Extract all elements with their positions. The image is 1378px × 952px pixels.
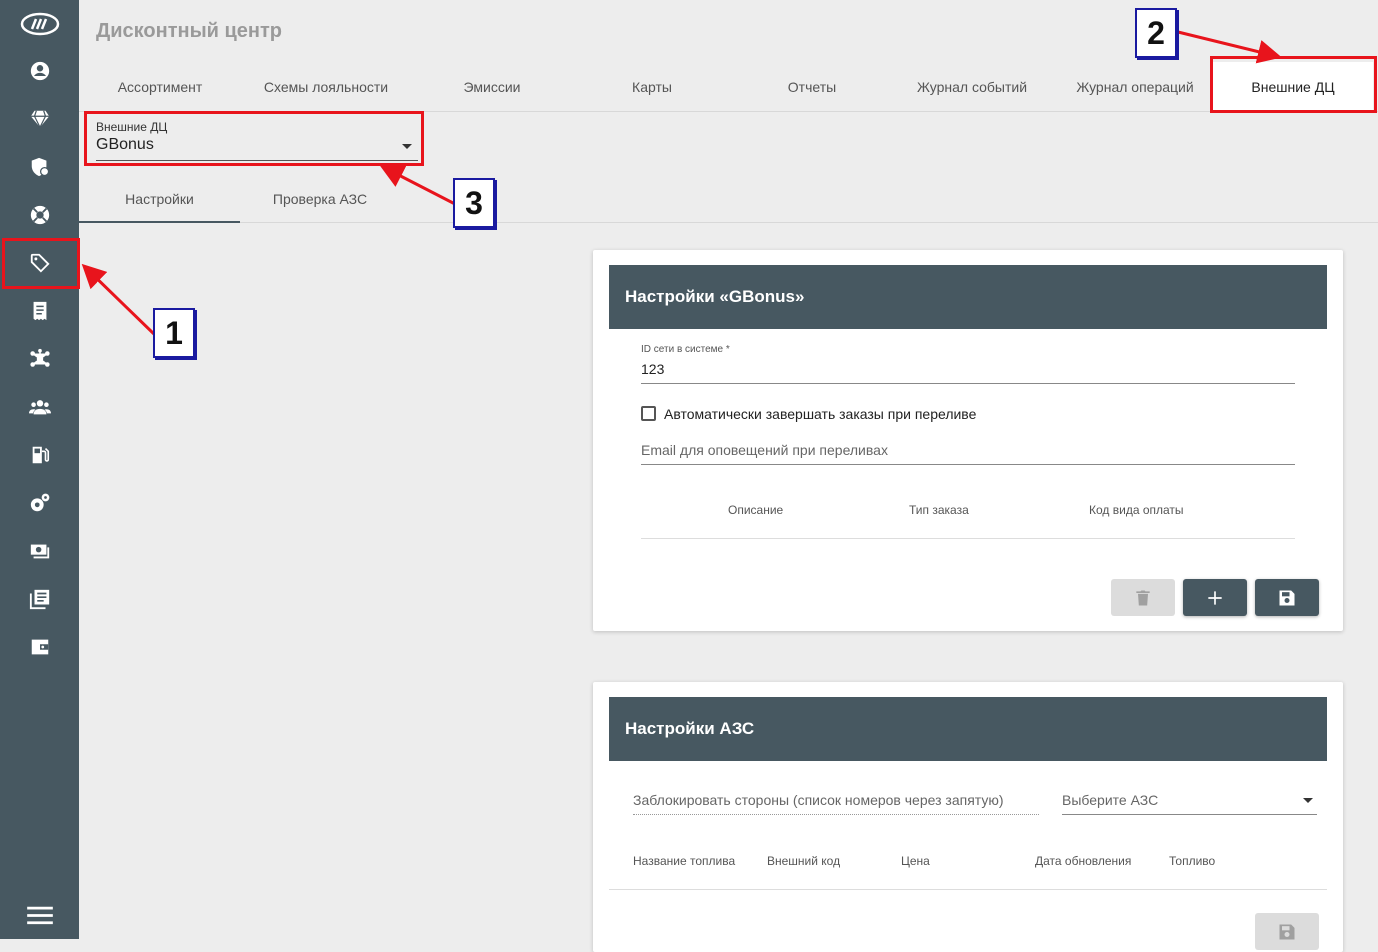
annotation-badge-1: 1	[153, 308, 195, 358]
auto-complete-label: Автоматически завершать заказы при перел…	[664, 406, 977, 422]
email-underline	[641, 464, 1295, 465]
column-payment-code: Код вида оплаты	[1089, 503, 1184, 517]
lifebuoy-icon[interactable]	[0, 191, 79, 239]
settings-card-header: Настройки «GBonus»	[609, 265, 1327, 329]
select-azs-underline	[1062, 814, 1317, 815]
auto-complete-checkbox[interactable]	[641, 406, 656, 421]
column-order-type: Тип заказа	[909, 503, 969, 517]
cash-icon[interactable]	[0, 527, 79, 575]
logo-icon[interactable]	[0, 0, 79, 48]
shield-icon[interactable]	[0, 143, 79, 191]
fuel-station-icon[interactable]	[0, 431, 79, 479]
tab-assortment[interactable]: Ассортимент	[99, 62, 221, 112]
select-azs-arrow-icon[interactable]	[1303, 798, 1313, 803]
azs-save-button[interactable]	[1255, 913, 1319, 950]
top-tabs: Ассортимент Схемы лояльности Эмиссии Кар…	[79, 62, 1378, 112]
account-icon[interactable]	[0, 47, 79, 95]
wallet-icon[interactable]	[0, 623, 79, 671]
library-icon[interactable]	[0, 575, 79, 623]
column-update-date: Дата обновления	[1035, 854, 1132, 868]
settings-card: Настройки «GBonus» ID сети в системе * 1…	[593, 250, 1343, 631]
tab-operations-log[interactable]: Журнал операций	[1069, 62, 1201, 112]
gears-icon[interactable]	[0, 479, 79, 527]
sub-tabs: Настройки Проверка АЗС	[79, 175, 1378, 223]
column-price: Цена	[901, 854, 930, 868]
sidebar	[0, 0, 79, 939]
tab-cards[interactable]: Карты	[599, 62, 705, 112]
annotation-box-sidebar	[2, 238, 80, 289]
tab-event-log[interactable]: Журнал событий	[905, 62, 1039, 112]
floppy-icon	[1279, 590, 1295, 605]
menu-icon[interactable]	[0, 891, 79, 939]
trash-icon	[1136, 590, 1150, 605]
group-icon[interactable]	[0, 383, 79, 431]
column-external-code: Внешний код	[767, 854, 841, 868]
column-fuel: Топливо	[1169, 854, 1216, 868]
annotation-box-external-dc-tab	[1210, 56, 1377, 113]
network-id-input[interactable]: 123	[641, 361, 664, 377]
tab-settings[interactable]: Настройки	[79, 175, 240, 223]
tab-reports[interactable]: Отчеты	[759, 62, 865, 112]
azs-settings-card: Настройки АЗС Заблокировать стороны (спи…	[593, 682, 1343, 952]
tab-emissions[interactable]: Эмиссии	[439, 62, 545, 112]
block-sides-underline	[633, 814, 1039, 815]
azs-table-divider	[609, 889, 1327, 890]
network-icon[interactable]	[0, 335, 79, 383]
column-fuel-name: Название топлива	[633, 854, 736, 868]
annotation-badge-2: 2	[1135, 8, 1177, 58]
select-azs-dropdown[interactable]: Выберите АЗС	[1062, 792, 1158, 808]
tab-loyalty-schemes[interactable]: Схемы лояльности	[251, 62, 401, 112]
settings-card-title: Настройки «GBonus»	[625, 287, 805, 306]
annotation-box-select	[84, 111, 424, 166]
diamond-icon[interactable]	[0, 95, 79, 143]
azs-card-title: Настройки АЗС	[625, 719, 755, 738]
email-input[interactable]: Email для оповещений при переливах	[641, 442, 888, 458]
add-button[interactable]	[1183, 579, 1247, 616]
page-title: Дисконтный центр	[96, 20, 283, 42]
block-sides-input[interactable]: Заблокировать стороны (список номеров че…	[633, 792, 1004, 808]
column-description: Описание	[728, 503, 784, 517]
table-divider	[641, 538, 1295, 539]
network-id-underline	[641, 383, 1295, 384]
azs-card-header: Настройки АЗС	[609, 697, 1327, 761]
save-button[interactable]	[1255, 579, 1319, 616]
receipt-icon[interactable]	[0, 287, 79, 335]
plus-icon	[1208, 590, 1222, 605]
annotation-badge-3: 3	[453, 178, 495, 228]
tab-azs-check[interactable]: Проверка АЗС	[240, 175, 400, 223]
delete-button[interactable]	[1111, 579, 1175, 616]
network-id-label: ID сети в системе *	[641, 344, 730, 355]
